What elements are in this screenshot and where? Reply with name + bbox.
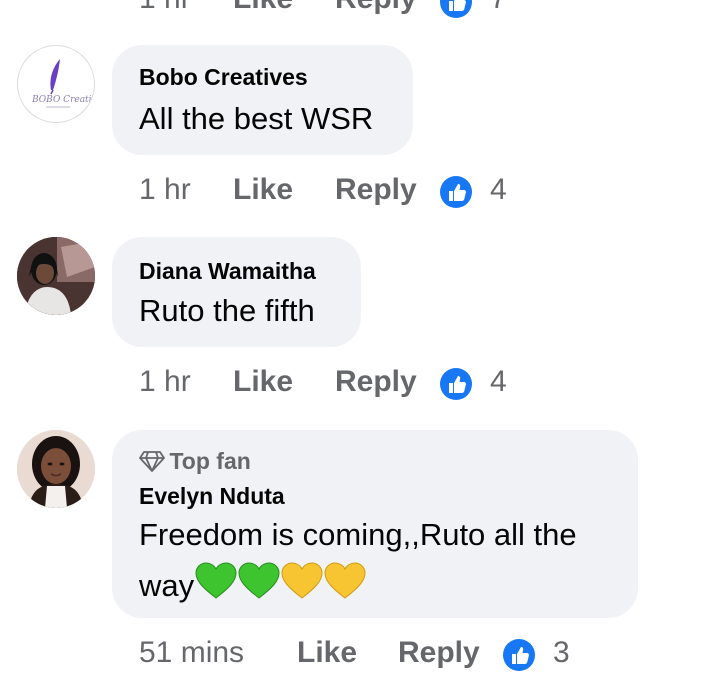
avatar[interactable] xyxy=(17,430,95,508)
comment-text: way xyxy=(139,568,195,603)
reply-button[interactable]: Reply xyxy=(335,0,417,16)
reaction-count[interactable]: 3 xyxy=(553,636,570,670)
avatar[interactable]: BOBO Creatives xyxy=(17,45,95,123)
comment-bubble: Bobo Creatives All the best WSR xyxy=(112,45,413,155)
yellow-heart-icon xyxy=(281,562,323,599)
avatar[interactable] xyxy=(17,237,95,315)
avatar-logo-text: BOBO Creatives xyxy=(31,95,95,105)
like-reaction-icon xyxy=(440,176,472,208)
comment-time[interactable]: 1 hr xyxy=(139,173,191,207)
like-button[interactable]: Like xyxy=(233,365,293,399)
reply-button[interactable]: Reply xyxy=(398,636,480,670)
reaction-count: 7 xyxy=(490,0,507,16)
like-button[interactable]: Like xyxy=(233,173,293,207)
diamond-icon xyxy=(139,451,165,472)
like-reaction-icon xyxy=(440,368,472,400)
comment-author[interactable]: Bobo Creatives xyxy=(139,64,308,91)
reply-button[interactable]: Reply xyxy=(335,173,417,207)
like-reaction-icon xyxy=(440,0,472,18)
yellow-heart-icon xyxy=(324,562,366,599)
top-fan-label: Top fan xyxy=(169,448,251,474)
profile-photo-icon xyxy=(17,430,95,508)
comment-text: Ruto the fifth xyxy=(139,293,315,328)
like-button[interactable]: Like xyxy=(233,0,293,16)
comment-text-line2: way xyxy=(139,562,366,604)
comment-bubble: Diana Wamaitha Ruto the fifth xyxy=(112,237,361,347)
green-heart-icon xyxy=(238,562,280,599)
reaction-count[interactable]: 4 xyxy=(490,173,507,207)
like-button[interactable]: Like xyxy=(297,636,357,670)
like-reaction-icon xyxy=(503,639,535,671)
top-fan-badge[interactable]: Top fan xyxy=(139,448,251,476)
comment-author[interactable]: Evelyn Nduta xyxy=(139,483,285,510)
reply-button[interactable]: Reply xyxy=(335,365,417,399)
comment-text: Freedom is coming,,Ruto all the xyxy=(139,517,577,552)
comment-time: 1 hr xyxy=(139,0,191,16)
profile-photo-icon xyxy=(17,237,95,315)
comment-time[interactable]: 51 mins xyxy=(139,636,244,670)
comment-text: All the best WSR xyxy=(139,101,374,136)
reaction-count[interactable]: 4 xyxy=(490,365,507,399)
quill-logo-icon: BOBO Creatives xyxy=(31,59,95,108)
comment-bubble: Top fan Evelyn Nduta Freedom is coming,,… xyxy=(112,430,638,618)
green-heart-icon xyxy=(195,562,237,599)
comment-time[interactable]: 1 hr xyxy=(139,365,191,399)
comment-author[interactable]: Diana Wamaitha xyxy=(139,258,316,285)
